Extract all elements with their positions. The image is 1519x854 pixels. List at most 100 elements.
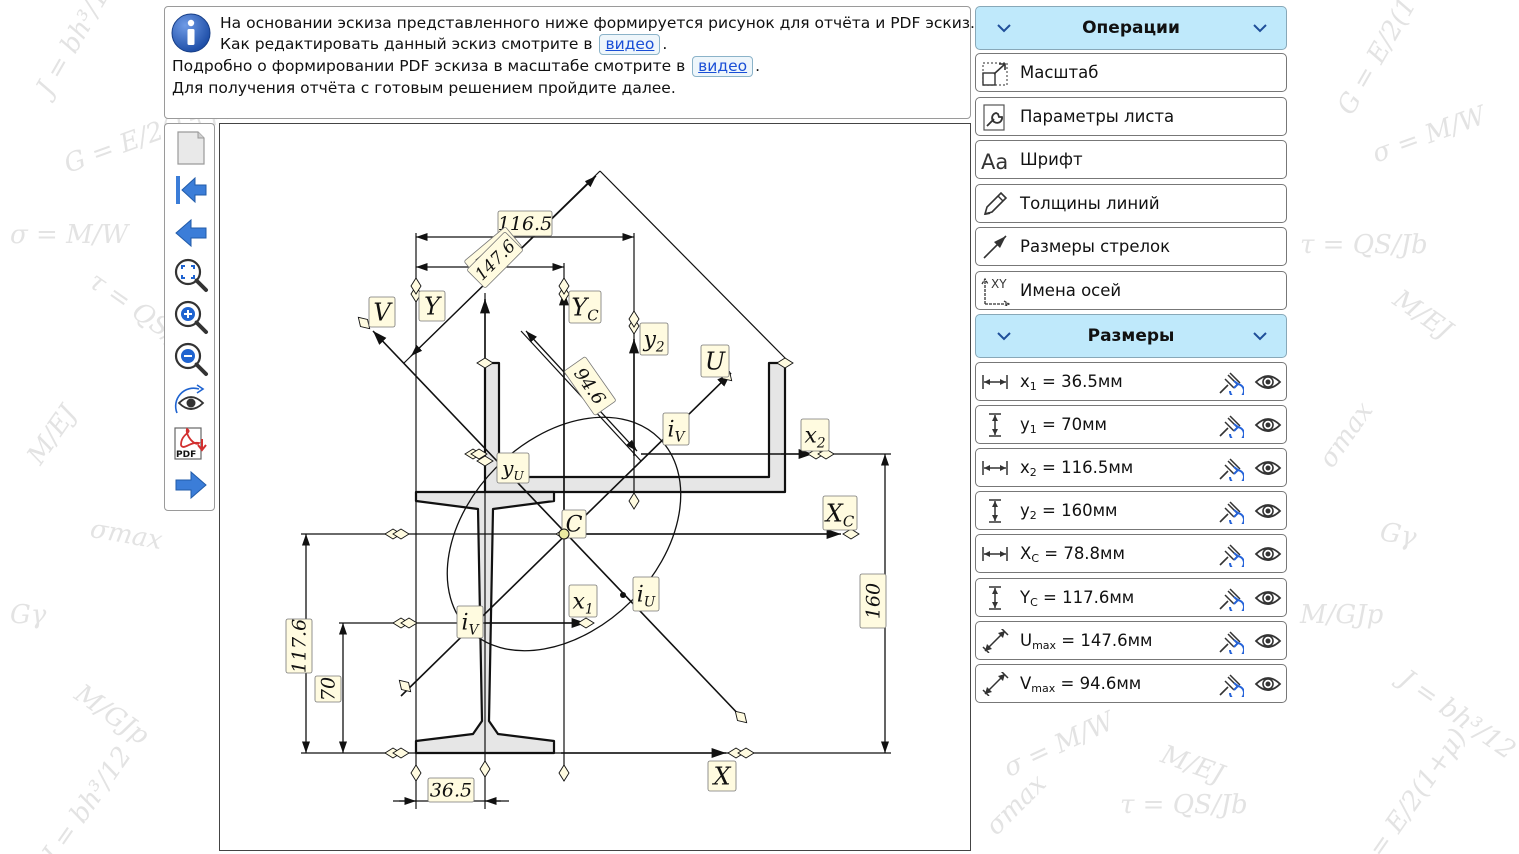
info-line-3: Подробно о формировании PDF эскиза в мас… xyxy=(172,56,761,77)
drag-handle[interactable] xyxy=(737,747,755,759)
dimension-label: YC = 117.6мм xyxy=(1020,587,1135,609)
eye-icon[interactable] xyxy=(1254,370,1282,394)
background-formula: σmax xyxy=(87,513,165,557)
drawing-canvas[interactable]: 116.578.8147.694.6117.67036.5160VYYCy2Ux… xyxy=(219,123,971,851)
chevron-down-icon xyxy=(997,24,1011,33)
drag-handle[interactable] xyxy=(410,764,422,782)
next-arrow-icon[interactable] xyxy=(173,467,209,503)
svg-text:160: 160 xyxy=(863,583,885,619)
axis-label-y2[interactable]: y2 xyxy=(639,322,669,356)
operation-font[interactable]: Aa Шрифт xyxy=(975,140,1287,179)
new-sheet-icon[interactable] xyxy=(173,130,209,166)
section-drawing[interactable]: 116.578.8147.694.6117.67036.5160VYYCy2Ux… xyxy=(220,124,972,852)
section-shapes xyxy=(414,361,787,755)
info-line-2: Как редактировать данный эскиз смотрите … xyxy=(220,34,668,55)
axis-label-U[interactable]: U xyxy=(700,344,730,378)
background-formula: G = E/2(1+μ) xyxy=(1345,723,1474,854)
axis-label-X[interactable]: X xyxy=(707,760,737,792)
back-arrow-icon[interactable] xyxy=(173,215,209,251)
background-formula: σ = M/W xyxy=(999,706,1119,784)
drag-handles[interactable] xyxy=(355,277,860,782)
background-formula: Gγ xyxy=(10,600,47,630)
dim-label-70[interactable]: 70 xyxy=(314,675,342,703)
drag-handle[interactable] xyxy=(479,760,491,778)
dimension-row: Vmax = 94.6мм xyxy=(975,663,1287,703)
svg-text:70: 70 xyxy=(318,677,340,701)
pin-icon[interactable] xyxy=(1216,671,1244,697)
eye-icon[interactable] xyxy=(1254,499,1282,523)
background-formula: Gγ xyxy=(1377,517,1419,553)
pin-icon[interactable] xyxy=(1216,628,1244,654)
zoom-in-icon[interactable] xyxy=(173,299,209,335)
svg-text:PDF: PDF xyxy=(176,450,196,460)
eye-icon[interactable] xyxy=(1254,542,1282,566)
operation-scale[interactable]: Масштаб xyxy=(975,53,1287,92)
drag-handle[interactable] xyxy=(577,617,595,629)
dimension-row: x2 = 116.5мм xyxy=(975,448,1287,488)
axis-label-Yc[interactable]: YC xyxy=(568,290,602,324)
scale-icon xyxy=(982,62,1008,86)
ellipse-point xyxy=(620,592,626,598)
operation-axis-names[interactable]: XY Имена осей xyxy=(975,270,1287,310)
video-link-pdf[interactable]: видео xyxy=(692,56,754,77)
vertical-dimension-icon xyxy=(989,585,1001,610)
operations-header[interactable]: Операции xyxy=(975,6,1287,50)
background-formula: J = bh³/12 xyxy=(30,0,124,101)
svg-text:Aa: Aa xyxy=(981,150,1008,174)
horizontal-dimension-icon xyxy=(982,375,1008,389)
label-iv-upper[interactable]: iV xyxy=(662,412,690,446)
operation-line-width[interactable]: Толщины линий xyxy=(975,183,1287,223)
arrow-size-icon xyxy=(983,235,1007,259)
pin-icon[interactable] xyxy=(1216,369,1244,395)
visibility-settings-icon[interactable] xyxy=(173,383,209,419)
drag-handle[interactable] xyxy=(558,764,570,782)
label-iu[interactable]: iU xyxy=(632,576,660,612)
pin-icon[interactable] xyxy=(1216,498,1244,525)
operation-arrow-size[interactable]: Размеры стрелок xyxy=(975,227,1287,266)
pin-icon[interactable] xyxy=(1216,541,1244,568)
background-formula: M/EJ xyxy=(1387,284,1458,346)
pin-icon[interactable] xyxy=(1216,412,1244,439)
centroid-marker xyxy=(558,528,570,540)
dimension-label: y1 = 70мм xyxy=(1020,415,1107,437)
zoom-out-icon[interactable] xyxy=(173,341,209,377)
dimension-row: x1 = 36.5мм xyxy=(975,362,1287,401)
dimension-row: y2 = 160мм xyxy=(975,491,1287,531)
dim-label-160[interactable]: 160 xyxy=(859,573,887,629)
drawing-labels: 116.578.8147.694.6117.67036.5160VYYCy2Ux… xyxy=(285,210,887,803)
pin-icon[interactable] xyxy=(1216,585,1244,611)
eye-icon[interactable] xyxy=(1254,456,1282,480)
axis-label-x1[interactable]: x1 xyxy=(568,584,598,618)
label-yu[interactable]: yU xyxy=(496,452,530,484)
background-formula: J = bh³/12 xyxy=(36,741,139,854)
dim-label-117-6[interactable]: 117.6 xyxy=(285,618,313,674)
pdf-export-icon[interactable]: PDF xyxy=(173,425,209,461)
operation-label: Толщины линий xyxy=(1020,193,1160,213)
background-formula: σmax xyxy=(1313,396,1380,474)
axis-label-x2[interactable]: x2 xyxy=(800,418,830,452)
pin-icon[interactable] xyxy=(1216,455,1244,482)
operation-sheet-settings[interactable]: Параметры листа xyxy=(975,96,1287,136)
drag-handle[interactable] xyxy=(628,492,640,510)
drag-handle[interactable] xyxy=(842,528,860,540)
vertical-dimension-icon xyxy=(989,499,1001,524)
eye-icon[interactable] xyxy=(1254,672,1282,696)
video-link-edit[interactable]: видео xyxy=(599,34,661,55)
background-formula: G = E/2(1+μ) xyxy=(1331,0,1448,120)
first-page-icon[interactable] xyxy=(173,172,209,208)
eye-icon[interactable] xyxy=(1254,629,1282,653)
sheet-settings-icon xyxy=(983,103,1005,131)
axis-label-V[interactable]: V xyxy=(368,296,396,328)
background-formula: M/EJ xyxy=(1156,739,1228,791)
operation-label: Параметры листа xyxy=(1020,106,1175,126)
zoom-fit-icon[interactable] xyxy=(173,257,209,293)
diagonal-dimension-icon xyxy=(982,671,1009,696)
axis-label-Y[interactable]: Y xyxy=(418,290,446,322)
label-iv-lower[interactable]: iV xyxy=(456,605,484,639)
eye-icon[interactable] xyxy=(1254,586,1282,610)
dim-label-36-5[interactable]: 36.5 xyxy=(427,777,475,803)
dimensions-header[interactable]: Размеры xyxy=(975,314,1287,358)
eye-icon[interactable] xyxy=(1254,413,1282,437)
axis-label-Xc[interactable]: XC xyxy=(822,495,858,530)
svg-text:X: X xyxy=(711,762,731,790)
